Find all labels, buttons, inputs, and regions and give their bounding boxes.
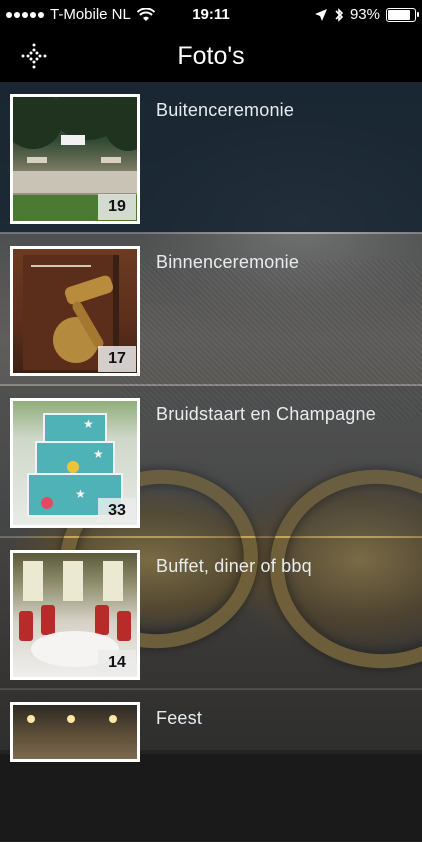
album-row-bruidstaart[interactable]: ★ ★ ★ 33 Bruidstaart en Champagne xyxy=(0,386,422,538)
status-bar: T-Mobile NL 19:11 93% xyxy=(0,0,422,30)
bluetooth-icon xyxy=(335,7,344,22)
battery-percent: 93% xyxy=(349,6,380,23)
album-thumbnail[interactable]: ★ ★ ★ 33 xyxy=(10,398,140,528)
photo-count-badge: 33 xyxy=(98,498,136,524)
status-right: 93% xyxy=(314,6,419,23)
album-title: Buffet, diner of bbq xyxy=(156,556,312,576)
album-title: Feest xyxy=(156,708,203,728)
location-arrow-icon xyxy=(314,8,327,21)
album-thumbnail[interactable]: 17 xyxy=(10,246,140,376)
photo-count-badge: 19 xyxy=(98,194,136,220)
photo-count-badge: 14 xyxy=(98,650,136,676)
album-row-feest[interactable]: Feest xyxy=(0,690,422,842)
album-row-buffet[interactable]: 14 Buffet, diner of bbq xyxy=(0,538,422,690)
album-thumbnail[interactable] xyxy=(10,702,140,762)
page-title: Foto's xyxy=(177,42,245,70)
navigation-bar: Foto's xyxy=(0,30,422,82)
album-title: Bruidstaart en Champagne xyxy=(156,404,376,424)
album-title: Binnenceremonie xyxy=(156,252,300,272)
photo-count-badge: 17 xyxy=(98,346,136,372)
battery-icon xyxy=(386,7,419,22)
battery-level-fill xyxy=(388,9,411,20)
album-thumbnail[interactable]: 19 xyxy=(10,94,140,224)
album-thumbnail[interactable]: 14 xyxy=(10,550,140,680)
thumbnail-image-party xyxy=(13,705,137,759)
album-title: Buitenceremonie xyxy=(156,100,295,120)
album-list: 19 Buitenceremonie 17 Binnenceremonie ★ … xyxy=(0,82,422,842)
album-row-binnenceremonie[interactable]: 17 Binnenceremonie xyxy=(0,234,422,386)
album-row-buitenceremonie[interactable]: 19 Buitenceremonie xyxy=(0,82,422,234)
